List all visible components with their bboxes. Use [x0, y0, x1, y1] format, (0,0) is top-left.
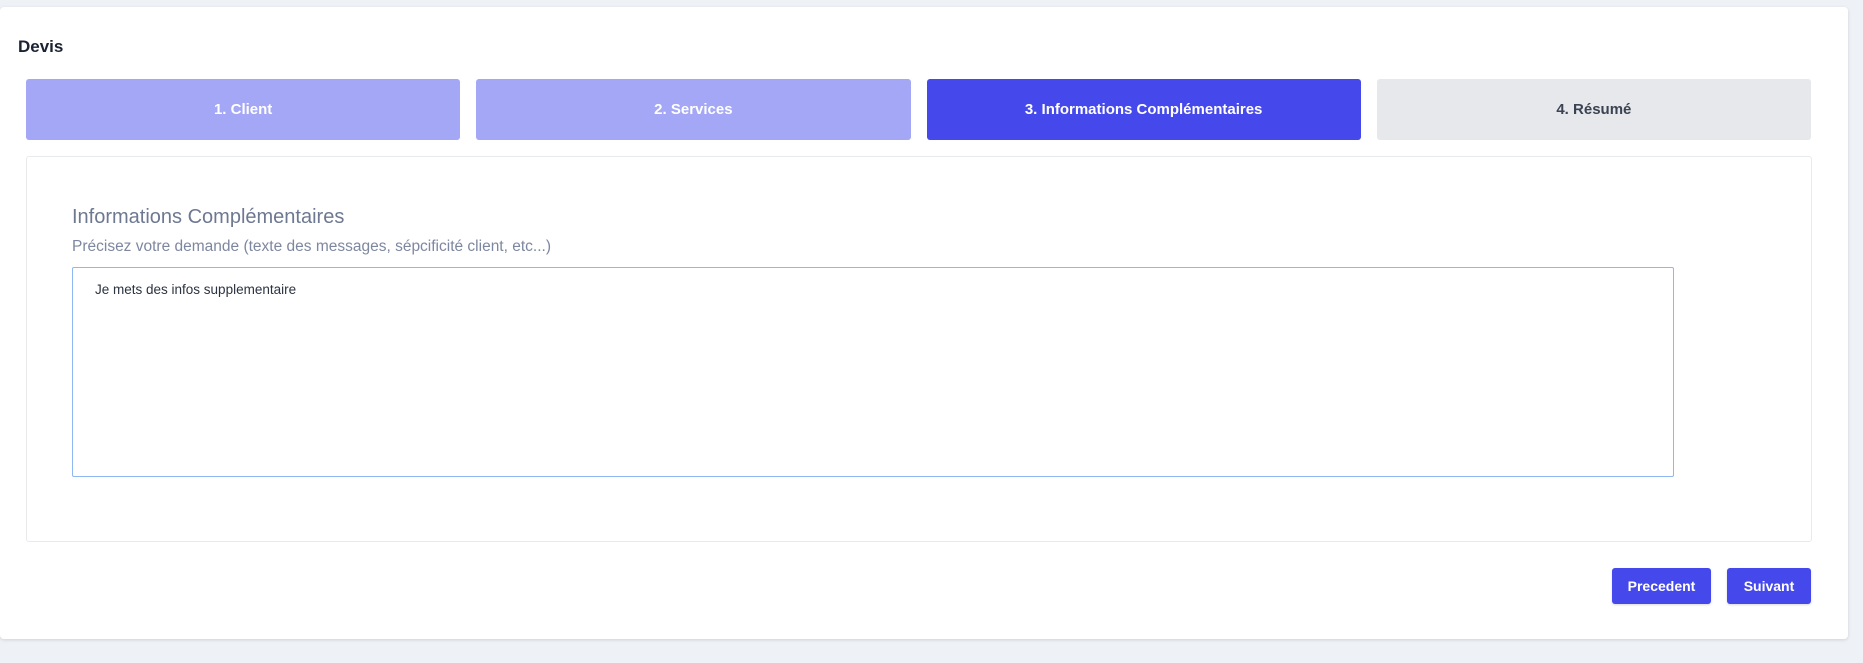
- step-client[interactable]: 1. Client: [26, 79, 461, 140]
- section-subtitle: Précisez votre demande (texte des messag…: [72, 238, 551, 255]
- wizard-actions: Precedent Suivant: [1612, 568, 1811, 604]
- section-title: Informations Complémentaires: [72, 206, 345, 228]
- step-informations-complementaires[interactable]: 3. Informations Complémentaires: [926, 79, 1361, 140]
- quote-card: Devis 1. Client 2. Services 3. Informati…: [0, 7, 1848, 639]
- step-content-panel: Informations Complémentaires Précisez vo…: [26, 156, 1812, 542]
- step-resume[interactable]: 4. Résumé: [1376, 79, 1811, 140]
- card-title: Devis: [18, 37, 64, 56]
- wizard-steps: 1. Client 2. Services 3. Informations Co…: [26, 79, 1811, 140]
- step-services[interactable]: 2. Services: [476, 79, 911, 140]
- previous-button[interactable]: Precedent: [1612, 568, 1711, 604]
- details-textarea[interactable]: Je mets des infos supplementaire: [72, 267, 1674, 477]
- next-button[interactable]: Suivant: [1727, 568, 1811, 604]
